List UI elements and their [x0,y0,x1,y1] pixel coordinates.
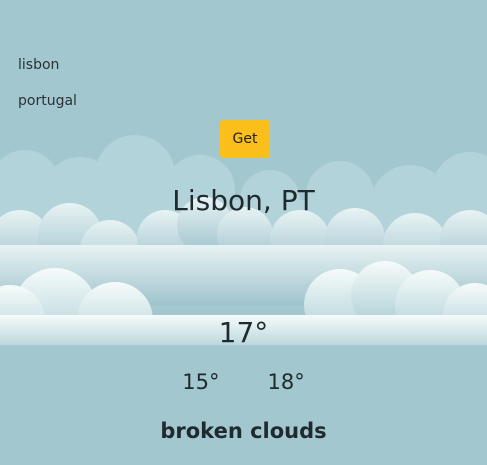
search-form [18,56,168,128]
max-temperature: 18° [267,370,305,394]
temperature-range: 15° 18° [0,370,487,394]
location-title: Lisbon, PT [172,184,315,217]
country-input[interactable] [18,92,168,110]
min-temperature: 15° [182,370,220,394]
get-weather-button[interactable]: Get [220,120,270,158]
city-input[interactable] [18,56,168,74]
current-temperature: 17° [218,316,269,349]
weather-description: broken clouds [160,419,327,443]
